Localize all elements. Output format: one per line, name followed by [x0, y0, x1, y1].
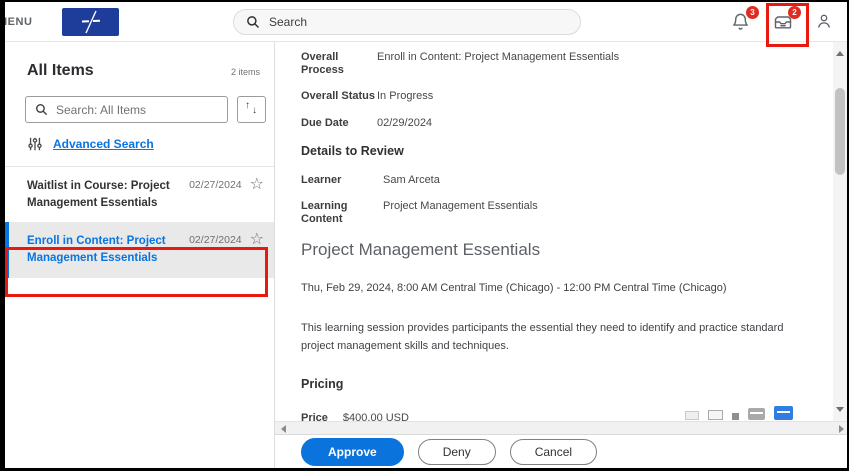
topbar-icon-group: 3 2 — [731, 2, 835, 42]
inbox-badge: 2 — [788, 6, 801, 19]
course-description: This learning session provides participa… — [301, 319, 791, 355]
notifications-button[interactable]: 3 — [731, 12, 751, 32]
field-value: Sam Arceta — [383, 174, 440, 187]
sidebar-search-box[interactable] — [25, 96, 228, 123]
field-label: Learning Content — [301, 200, 383, 226]
view-option-icon[interactable] — [732, 413, 739, 420]
item-title: Enroll in Content: Project Management Es… — [27, 233, 181, 266]
inbox-sidebar: All Items 2 items ↑ ↓ — [5, 42, 275, 468]
course-title: Project Management Essentials — [301, 240, 791, 260]
scrollbar-thumb[interactable] — [835, 88, 845, 175]
pricing-heading: Pricing — [301, 377, 791, 391]
deny-button[interactable]: Deny — [418, 439, 496, 465]
inbox-tasks-button[interactable]: 2 — [773, 12, 793, 32]
table-view-selected-icon[interactable] — [774, 406, 793, 420]
item-title: Waitlist in Course: Project Management E… — [27, 178, 181, 211]
global-search-input[interactable] — [269, 15, 549, 29]
field-label: Learner — [301, 174, 383, 187]
action-footer: Approve Deny Cancel — [275, 434, 847, 468]
scroll-right-arrow-icon[interactable] — [839, 425, 844, 433]
list-item-enroll-selected[interactable]: Enroll in Content: Project Management Es… — [5, 222, 274, 277]
view-option-icon[interactable] — [685, 411, 699, 420]
advanced-search-link[interactable]: Advanced Search — [53, 137, 154, 151]
menu-button[interactable]: MENU — [5, 16, 32, 28]
item-date: 02/27/2024 — [189, 234, 242, 246]
sidebar-title: All Items — [27, 62, 94, 80]
search-icon — [246, 15, 260, 29]
global-search-bar[interactable] — [233, 9, 581, 35]
price-value: $400.00 USD — [343, 412, 409, 421]
detail-content: Overall Process Enroll in Content: Proje… — [275, 42, 847, 421]
screenshot-frame: MENU — [0, 0, 849, 471]
field-value: Project Management Essentials — [383, 200, 538, 226]
field-value: 02/29/2024 — [377, 117, 432, 130]
scroll-down-arrow-icon[interactable] — [836, 407, 844, 412]
view-option-icon[interactable] — [708, 410, 723, 420]
notifications-badge: 3 — [746, 6, 759, 19]
field-label: Overall Status — [301, 90, 377, 103]
star-icon[interactable]: ☆ — [250, 177, 264, 193]
cancel-button[interactable]: Cancel — [510, 439, 597, 465]
field-value: Enroll in Content: Project Management Es… — [377, 51, 619, 77]
field-label: Overall Process — [301, 51, 377, 77]
company-logo[interactable] — [62, 8, 119, 36]
sort-up-arrow-icon: ↑ — [245, 100, 250, 111]
field-value: In Progress — [377, 90, 433, 103]
course-schedule: Thu, Feb 29, 2024, 8:00 AM Central Time … — [301, 282, 791, 294]
list-item-waitlist[interactable]: Waitlist in Course: Project Management E… — [5, 167, 274, 222]
item-date: 02/27/2024 — [189, 179, 242, 191]
sidebar-search-input[interactable] — [56, 103, 216, 117]
horizontal-scrollbar[interactable] — [275, 421, 847, 434]
details-to-review-heading: Details to Review — [301, 144, 791, 158]
sort-down-arrow-icon: ↓ — [252, 105, 257, 116]
price-label: Price — [301, 412, 328, 421]
filter-sliders-icon — [27, 136, 43, 152]
approve-button[interactable]: Approve — [301, 438, 404, 466]
workday-app-window: MENU — [5, 2, 847, 468]
star-icon[interactable]: ☆ — [250, 232, 264, 248]
search-icon — [35, 103, 48, 116]
detail-panel: Overall Process Enroll in Content: Proje… — [275, 42, 847, 468]
sort-button[interactable]: ↑ ↓ — [237, 96, 266, 123]
table-view-icon[interactable] — [748, 408, 765, 420]
person-icon — [815, 12, 833, 30]
profile-button[interactable] — [815, 12, 835, 32]
field-label: Due Date — [301, 117, 377, 130]
vertical-scrollbar[interactable] — [833, 42, 847, 421]
scroll-left-arrow-icon[interactable] — [281, 425, 286, 433]
items-count: 2 items — [231, 67, 260, 77]
top-bar: MENU — [5, 2, 847, 42]
main-area: All Items 2 items ↑ ↓ — [5, 42, 847, 468]
scroll-up-arrow-icon[interactable] — [836, 51, 844, 56]
view-toggle-group — [685, 406, 793, 420]
